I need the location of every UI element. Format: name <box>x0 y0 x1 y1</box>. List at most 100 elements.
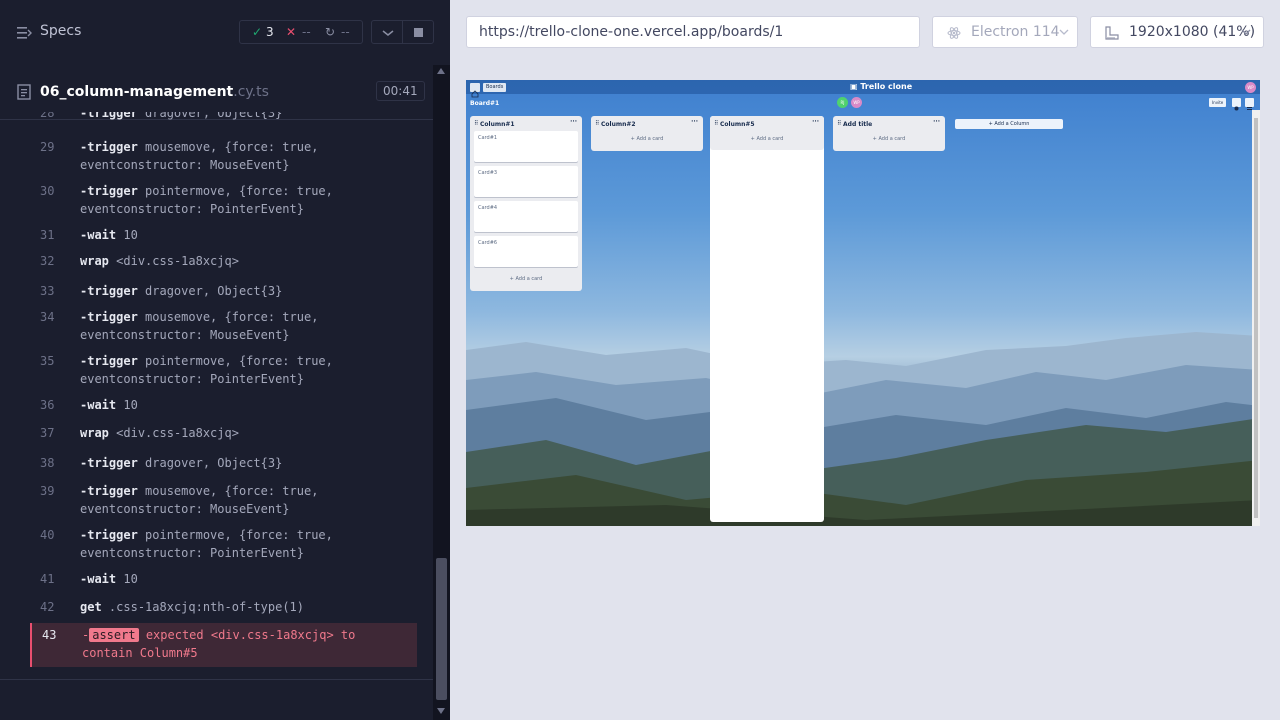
scroll-thumb[interactable] <box>436 558 447 700</box>
command-row[interactable]: 29 -trigger mousemove, {force: true, even… <box>30 138 417 174</box>
board-column[interactable]: ⠿ Add title ··· + Add a card <box>833 116 945 151</box>
card[interactable]: Card#1 <box>474 131 578 162</box>
viewport-dimensions: 1920x1080 <box>1129 24 1209 40</box>
command-row[interactable]: 40 -trigger pointermove, {force: true, ev… <box>30 526 417 562</box>
member-avatar[interactable]: WP <box>851 97 862 108</box>
command-row[interactable]: 34 -trigger mousemove, {force: true, even… <box>30 308 417 344</box>
command-row[interactable]: 31 -wait 10 <box>30 226 417 244</box>
chevron-down-icon <box>1241 29 1251 35</box>
chevron-down-icon <box>1059 29 1069 35</box>
command-args: 10 <box>123 398 138 412</box>
add-card-button[interactable]: + Add a card <box>710 136 824 142</box>
command-row[interactable]: 30 -trigger pointermove, {force: true, ev… <box>30 182 417 218</box>
browser-selector[interactable]: Electron 114 <box>932 16 1078 48</box>
more-options-icon[interactable]: ··· <box>570 118 577 125</box>
command-row[interactable]: 41 -wait 10 <box>30 570 417 588</box>
command-row[interactable]: 39 -trigger mousemove, {force: true, even… <box>30 482 417 518</box>
home-button[interactable] <box>470 83 480 98</box>
drag-handle-icon[interactable]: ⠿ <box>474 120 478 127</box>
command-body: -wait 10 <box>80 570 410 588</box>
command-row[interactable]: 36 -wait 10 <box>30 396 417 414</box>
specs-label[interactable]: Specs <box>40 23 81 39</box>
file-icon <box>17 84 31 100</box>
command-body: -trigger pointermove, {force: true, even… <box>80 352 410 388</box>
assert-badge: assert <box>89 628 139 642</box>
url-bar[interactable]: https://trello-clone-one.vercel.app/boar… <box>466 16 920 48</box>
settings-button[interactable] <box>1232 98 1241 111</box>
boards-button[interactable]: Boards <box>483 83 507 92</box>
add-column-button[interactable]: + Add a Column <box>955 119 1063 129</box>
spec-file-basename: 06_column-management <box>40 84 234 100</box>
command-args: .css-1a8xcjq:nth-of-type(1) <box>108 600 304 614</box>
command-number: 37 <box>40 426 55 440</box>
column-title[interactable]: Add title <box>843 121 872 128</box>
command-row[interactable]: 32 wrap <div.css-1a8xcjq> <box>30 252 417 270</box>
pending-spinner-icon: ↻ <box>325 25 336 39</box>
gear-icon <box>1234 106 1239 111</box>
command-name: -trigger <box>80 140 138 154</box>
column-title[interactable]: Column#1 <box>480 121 515 128</box>
drag-handle-icon[interactable]: ⠿ <box>837 120 841 127</box>
app-scroll-thumb[interactable] <box>1254 118 1258 518</box>
command-number: 38 <box>40 456 55 470</box>
specs-list-icon[interactable] <box>17 26 32 40</box>
command-row-error[interactable]: 43 - assert expected <div.css-1a8xcjq> to… <box>30 623 417 667</box>
command-row[interactable]: 38 -trigger dragover, Object{3} <box>30 454 417 472</box>
command-number: 33 <box>40 284 55 298</box>
avatar[interactable]: WP <box>1245 82 1256 93</box>
command-number: 39 <box>40 484 55 498</box>
command-row[interactable]: 28 -trigger dragover, Object{3} <box>30 112 417 122</box>
passed-check-icon: ✓ <box>252 25 263 39</box>
command-body: wrap <div.css-1a8xcjq> <box>80 424 410 442</box>
add-card-button[interactable]: + Add a card <box>591 136 703 142</box>
viewport-selector[interactable]: 1920x1080 (41%) <box>1090 16 1264 48</box>
app-scrollbar[interactable] <box>1252 110 1260 526</box>
command-log-scrollbar[interactable] <box>433 65 450 720</box>
board-column[interactable]: ⠿ Column#1 ··· Card#1 Card#3 Card#4 Card… <box>470 116 582 291</box>
card[interactable]: Card#4 <box>474 201 578 232</box>
board-column-dragging[interactable]: ⠿ Column#5 ··· + Add a card <box>710 116 824 522</box>
command-args: dragover, Object{3} <box>145 456 283 470</box>
command-name: -wait <box>80 572 117 586</box>
more-options-icon[interactable]: ··· <box>933 118 940 125</box>
spec-file-ext: .cy.ts <box>233 84 269 100</box>
command-body: get .css-1a8xcjq:nth-of-type(1) <box>80 598 410 616</box>
card[interactable]: Card#6 <box>474 236 578 267</box>
more-options-icon[interactable]: ··· <box>812 118 819 125</box>
command-row[interactable]: 35 -trigger pointermove, {force: true, ev… <box>30 352 417 388</box>
command-row[interactable]: 37 wrap <div.css-1a8xcjq> <box>30 424 417 442</box>
command-name: wrap <box>80 254 109 268</box>
command-log-panel: Specs ✓ 3 ✕ -- ↻ -- 06_column-management… <box>0 0 450 720</box>
collapse-button[interactable] <box>371 20 403 44</box>
board-column[interactable]: ⠿ Column#2 ··· + Add a card <box>591 116 703 151</box>
column-title[interactable]: Column#5 <box>720 121 755 128</box>
app-preview-frame: Boards ▣ Trello clone WP Board#1 RJ WP I… <box>466 80 1260 526</box>
add-card-button[interactable]: + Add a card <box>470 276 582 282</box>
error-message-line2: contain Column#5 <box>82 646 198 660</box>
member-avatar[interactable]: RJ <box>837 97 848 108</box>
divider <box>0 679 433 680</box>
drag-handle-icon[interactable]: ⠿ <box>595 120 599 127</box>
failed-x-icon: ✕ <box>286 25 297 39</box>
invite-button[interactable]: Invite <box>1209 98 1227 107</box>
browser-name: Electron 114 <box>971 24 1060 40</box>
menu-button[interactable] <box>1245 98 1254 110</box>
command-body: wrap <div.css-1a8xcjq> <box>80 252 410 270</box>
scroll-up-arrow-icon[interactable] <box>437 68 445 74</box>
board-title[interactable]: Board#1 <box>470 100 499 107</box>
scroll-down-arrow-icon[interactable] <box>437 708 445 714</box>
stop-button[interactable] <box>402 20 434 44</box>
drag-handle-icon[interactable]: ⠿ <box>714 120 718 127</box>
command-number: 28 <box>40 112 55 120</box>
command-args: <div.css-1a8xcjq> <box>116 254 239 268</box>
column-title[interactable]: Column#2 <box>601 121 636 128</box>
app-title: ▣ Trello clone <box>850 82 912 91</box>
command-number: 31 <box>40 228 55 242</box>
command-row[interactable]: 33 -trigger dragover, Object{3} <box>30 282 417 300</box>
command-body: -wait 10 <box>80 226 410 244</box>
card[interactable]: Card#3 <box>474 166 578 197</box>
command-body: -wait 10 <box>80 396 410 414</box>
command-row[interactable]: 42 get .css-1a8xcjq:nth-of-type(1) <box>30 598 417 616</box>
add-card-button[interactable]: + Add a card <box>833 136 945 142</box>
more-options-icon[interactable]: ··· <box>691 118 698 125</box>
